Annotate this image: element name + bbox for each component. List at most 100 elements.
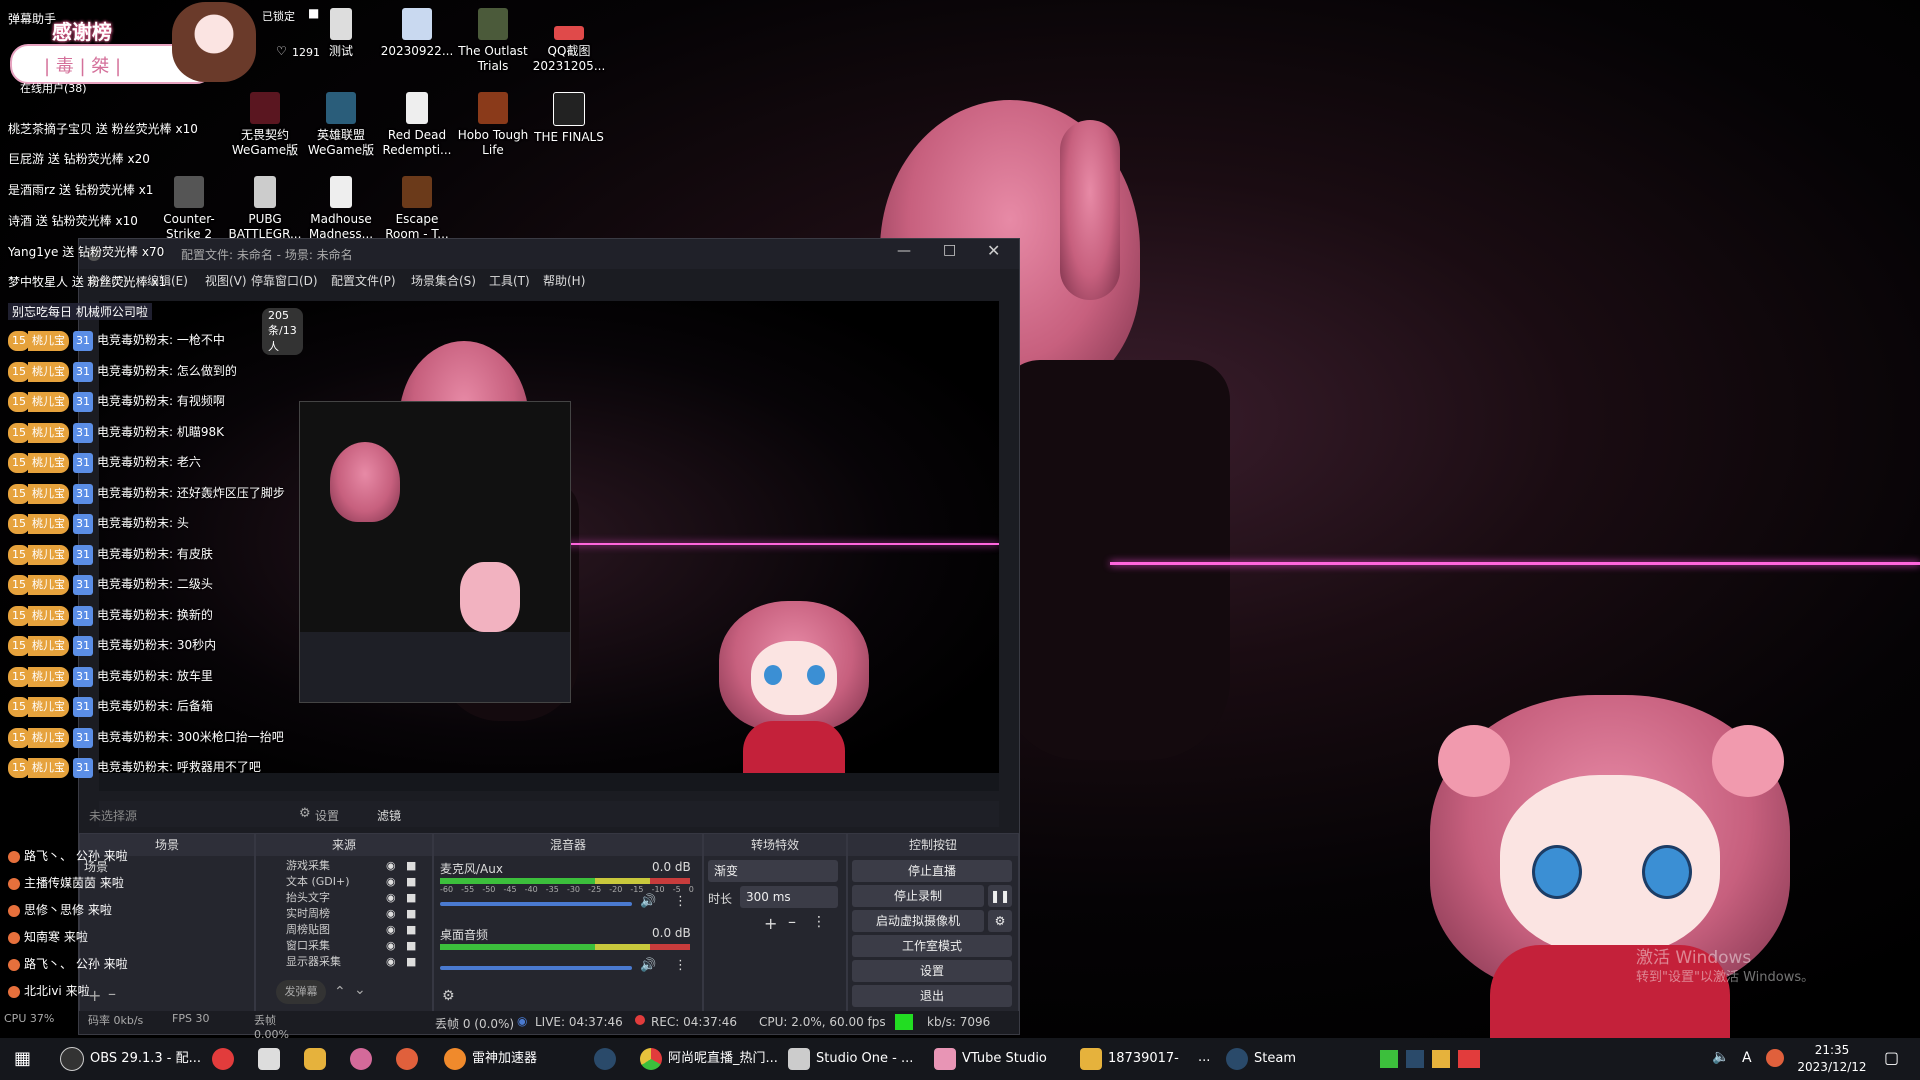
stop-recording-button[interactable]: 停止录制 xyxy=(852,885,984,907)
send-danmaku-button[interactable]: 发弹幕 xyxy=(276,980,326,1004)
start-windows-icon[interactable]: ▦ xyxy=(14,1048,31,1069)
mic-more-icon[interactable]: ⋮ xyxy=(674,894,687,909)
fan-badge: 31 xyxy=(73,392,93,412)
enter-row: 路飞丶、 公孙 来啦 xyxy=(8,955,128,972)
add-transition-icon[interactable]: + xyxy=(764,914,777,933)
taskbar-obs[interactable]: OBS 29.1.3 - 配... xyxy=(60,1044,201,1074)
name-badge: 桃儿宝 xyxy=(28,483,69,504)
overlay-bitrate: 码率 0kb/s xyxy=(88,1014,144,1027)
chrome-icon xyxy=(640,1047,662,1070)
minimize-icon[interactable]: — xyxy=(897,243,911,259)
move-up-icon[interactable]: ⌃ xyxy=(334,984,346,1000)
chat-text: 电竞毒奶粉末: 放车里 xyxy=(97,668,213,683)
fan-badge: 31 xyxy=(73,697,93,717)
volume-icon[interactable]: 🔈 xyxy=(1712,1049,1729,1065)
feishu-icon[interactable] xyxy=(258,1048,280,1070)
level-badge: 15 xyxy=(8,575,30,595)
filters-button[interactable]: 滤镜 xyxy=(377,807,401,824)
danmaku-overlay: 弹幕助手 感谢榜 | 毒 | 桀 | 已锁定 ■ ♡ 1291 在线用户(38)… xyxy=(0,0,326,1041)
desktop-icon-qq-screenshot[interactable]: QQ截图 20231205... xyxy=(532,8,606,74)
chat-message: 15 桃儿宝 31 电竞毒奶粉末: 头 xyxy=(8,513,189,534)
tray-language[interactable]: A xyxy=(1742,1050,1752,1066)
mixer-ticks: -60 -55 -50 -45 -40 -35 -30 -25 -20 -15 -10 -5 0 xyxy=(440,885,694,894)
sogou-icon[interactable] xyxy=(1766,1049,1784,1067)
game-app-icon[interactable] xyxy=(396,1048,418,1070)
mixer-gear-icon[interactable]: ⚙ xyxy=(442,988,455,1004)
transition-select[interactable]: 渐变 xyxy=(708,860,838,882)
chat-text: 电竞毒奶粉末: 300米枪口抬一抬吧 xyxy=(97,729,284,744)
menu-profile[interactable]: 配置文件(P) xyxy=(331,272,396,289)
desktop-icon-rdr[interactable]: Red Dead Redempti... xyxy=(380,92,454,158)
likes-count: 1291 xyxy=(292,46,320,59)
desktop-icon-madhouse[interactable]: Madhouse Madness... xyxy=(304,176,378,242)
studio-mode-button[interactable]: 工作室模式 xyxy=(852,935,1012,957)
enter-row: 北北ivi 来啦 xyxy=(8,982,90,999)
desktop-icon-lol[interactable]: 英雄联盟 WeGame版 xyxy=(304,92,378,158)
notice-text: 别忘吃每日 机械师公司啦 xyxy=(12,305,148,319)
lock-icon[interactable]: ■ ■ ■ ■ ■ ■ ■ xyxy=(406,858,416,970)
enter-row: 思修丶思修 来啦 xyxy=(8,901,112,918)
name-badge: 桃儿宝 xyxy=(28,392,69,412)
gift-count: x1 xyxy=(151,275,167,289)
steam-pinned-icon[interactable] xyxy=(594,1048,616,1070)
mic-volume-slider[interactable] xyxy=(440,902,632,906)
controls-dock-title: 控制按钮 xyxy=(848,834,1018,856)
menu-help[interactable]: 帮助(H) xyxy=(543,272,585,289)
tray-icons[interactable] xyxy=(1380,1050,1480,1068)
menu-tools[interactable]: 工具(T) xyxy=(489,272,530,289)
desktop-more-icon[interactable]: ⋮ xyxy=(674,958,687,973)
settings-button[interactable]: 设置 xyxy=(852,960,1012,982)
mixer-dock-title: 混音器 xyxy=(434,834,702,856)
taskbar-overflow[interactable]: ... xyxy=(1198,1050,1210,1065)
enter-name: 知南寒 xyxy=(24,930,61,944)
desktop-channel-name: 桌面音频 xyxy=(440,928,489,942)
desktop-speaker-icon[interactable]: 🔊 xyxy=(640,958,656,973)
desktop-icon-escape-room[interactable]: Escape Room - T... xyxy=(380,176,454,242)
close-icon[interactable]: ✕ xyxy=(987,241,1000,260)
chibi-mascot xyxy=(172,2,256,82)
desktop-icon-mp4[interactable]: 20230922... xyxy=(380,8,454,59)
clock[interactable]: 21:35 2023/12/12 xyxy=(1792,1042,1872,1076)
mic-speaker-icon[interactable]: 🔊 xyxy=(640,894,656,909)
move-down-icon[interactable]: ⌄ xyxy=(354,982,366,998)
taskbar-qq[interactable]: 18739017- xyxy=(1080,1044,1179,1074)
taskbar-vtube-studio[interactable]: VTube Studio xyxy=(934,1044,1047,1074)
wallpaper-character-body xyxy=(1000,360,1230,760)
stop-streaming-button[interactable]: 停止直播 xyxy=(852,860,1012,882)
taskbar-steam[interactable]: Steam xyxy=(1226,1044,1296,1074)
virtual-camera-button[interactable]: 启动虚拟摄像机 xyxy=(852,910,984,932)
pause-recording-icon[interactable]: ❚❚ xyxy=(988,885,1012,907)
duration-input[interactable]: 300 ms xyxy=(740,886,838,908)
enter-action: 来啦 xyxy=(103,957,128,971)
level-badge: 15 xyxy=(8,361,30,382)
transition-more-icon[interactable]: ⋮ xyxy=(812,914,826,930)
virtual-camera-gear-icon[interactable]: ⚙ xyxy=(988,910,1012,932)
desktop-icon-the-finals[interactable]: THE FINALS xyxy=(532,92,606,145)
properties-gear-icon[interactable]: ⚙ xyxy=(299,806,311,821)
desktop-icon-outlast[interactable]: The Outlast Trials xyxy=(456,8,530,74)
name-badge: 桃儿宝 xyxy=(28,422,69,443)
name-badge: 桃儿宝 xyxy=(28,575,69,595)
taskbar-label: 阿尚呢直播_热门... xyxy=(668,1051,778,1066)
desktop-volume-slider[interactable] xyxy=(440,966,632,970)
taskbar-chrome[interactable]: 阿尚呢直播_热门... xyxy=(640,1044,778,1074)
chat-message: 15 桃儿宝 31 电竞毒奶粉末: 放车里 xyxy=(8,666,213,687)
lock-icon[interactable]: ■ xyxy=(308,6,319,20)
tick: -55 xyxy=(461,885,475,894)
exit-button[interactable]: 退出 xyxy=(852,985,1012,1007)
taskbar-studio-one[interactable]: Studio One - ... xyxy=(788,1044,913,1074)
enter-dot xyxy=(8,904,20,917)
maximize-icon[interactable]: □ xyxy=(943,242,956,258)
menu-scene-collection[interactable]: 场景集合(S) xyxy=(411,272,476,289)
tick: -20 xyxy=(609,885,623,894)
eye-icon[interactable]: ◉ ◉ ◉ ◉ ◉ ◉ ◉ xyxy=(386,858,396,970)
chat-message: 15 桃儿宝 31 电竞毒奶粉末: 一枪不中 xyxy=(8,330,225,351)
desktop-icon-hobo[interactable]: Hobo Tough Life xyxy=(456,92,530,158)
netease-icon[interactable] xyxy=(212,1048,234,1070)
taskbar-leishen[interactable]: 雷神加速器 xyxy=(444,1044,537,1074)
notification-icon[interactable]: ▢ xyxy=(1884,1048,1899,1067)
properties-button[interactable]: 设置 xyxy=(315,807,339,824)
owl-app-icon[interactable] xyxy=(304,1048,326,1070)
remove-transition-icon[interactable]: – xyxy=(788,912,796,931)
pink-app-icon[interactable] xyxy=(350,1048,372,1070)
